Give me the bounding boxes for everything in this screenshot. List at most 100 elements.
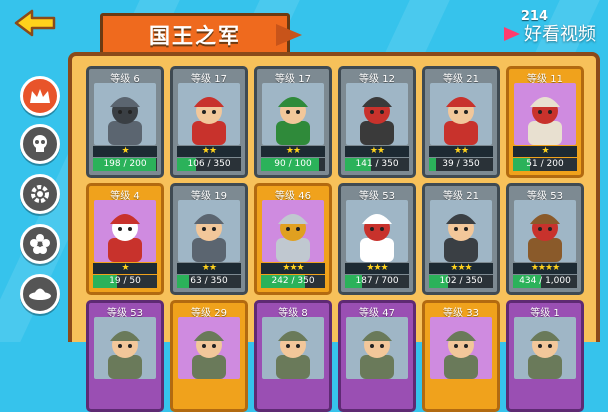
unit-progress-fill xyxy=(429,158,437,171)
unit-progress: 19 / 50 xyxy=(93,275,157,288)
unit-progress-text: 19 / 50 xyxy=(109,276,141,286)
unit-card[interactable]: 等级 53 ★★★★ 434 / 1,000 xyxy=(506,183,584,295)
unit-portrait xyxy=(514,83,576,145)
unit-progress: 242 / 350 xyxy=(261,275,325,288)
unit-portrait xyxy=(178,317,240,379)
unit-portrait xyxy=(514,317,576,379)
unit-avatar-icon xyxy=(276,214,310,262)
unit-stars: ★★★ xyxy=(345,263,409,274)
unit-portrait xyxy=(430,83,492,145)
page-title: 国王之军 xyxy=(149,24,241,48)
unit-card[interactable]: 等级 46 ★★★ 242 / 350 xyxy=(254,183,332,295)
unit-stars: ★★★ xyxy=(429,263,493,274)
side-tab-kingdom[interactable] xyxy=(20,76,60,116)
title-banner: 国王之军 xyxy=(100,13,290,55)
unit-portrait xyxy=(430,317,492,379)
play-logo-icon xyxy=(504,27,520,41)
unit-card[interactable]: 等级 17 ★★ 106 / 350 xyxy=(170,66,248,178)
unit-portrait xyxy=(346,317,408,379)
side-tab-elves[interactable] xyxy=(20,224,60,264)
unit-avatar-icon xyxy=(444,97,478,145)
unit-progress-text: 141 / 350 xyxy=(355,159,399,169)
unit-progress-text: 102 / 350 xyxy=(439,276,483,286)
unit-avatar-icon xyxy=(276,97,310,145)
side-tab-undead[interactable] xyxy=(20,124,60,164)
side-tab-mechanic[interactable] xyxy=(20,174,60,214)
back-arrow-icon[interactable] xyxy=(14,9,56,37)
unit-portrait xyxy=(94,317,156,379)
unit-card[interactable]: 等级 21 ★★ 39 / 350 xyxy=(422,66,500,178)
unit-progress: 90 / 100 xyxy=(261,158,325,171)
unit-progress-text: 39 / 350 xyxy=(442,159,480,169)
skull-icon xyxy=(33,135,47,152)
unit-stars: ★★ xyxy=(429,146,493,157)
unit-avatar-icon xyxy=(108,331,142,379)
unit-progress: 106 / 350 xyxy=(177,158,241,171)
unit-progress-text: 434 / 1,000 xyxy=(519,276,571,286)
unit-card[interactable]: 等级 8 xyxy=(254,300,332,412)
unit-portrait xyxy=(94,200,156,262)
unit-progress-text: 106 / 350 xyxy=(187,159,231,169)
unit-avatar-icon xyxy=(444,331,478,379)
unit-card[interactable]: 等级 17 ★★ 90 / 100 xyxy=(254,66,332,178)
unit-portrait xyxy=(94,83,156,145)
unit-progress-fill xyxy=(177,275,189,288)
unit-progress-text: 90 / 100 xyxy=(274,159,312,169)
unit-progress-text: 51 / 200 xyxy=(526,159,564,169)
unit-avatar-icon xyxy=(108,97,142,145)
unit-portrait xyxy=(514,200,576,262)
unit-card[interactable]: 等级 21 ★★★ 102 / 350 xyxy=(422,183,500,295)
unit-card[interactable]: 等级 6 ★ 198 / 200 xyxy=(86,66,164,178)
unit-progress-text: 187 / 700 xyxy=(355,276,399,286)
unit-avatar-icon xyxy=(360,331,394,379)
unit-stars: ★★★ xyxy=(261,263,325,274)
unit-collection-panel: 等级 6 ★ 198 / 200 等级 17 ★★ 106 / 350 等级 17 ★★ 90 … xyxy=(68,52,600,412)
unit-card[interactable]: 等级 53 xyxy=(86,300,164,412)
unit-stars: ★★★★ xyxy=(513,263,577,274)
unit-card[interactable]: 等级 47 xyxy=(338,300,416,412)
unit-card[interactable]: 等级 11 ★ 51 / 200 xyxy=(506,66,584,178)
unit-progress: 51 / 200 xyxy=(513,158,577,171)
side-tab-aliens[interactable] xyxy=(20,274,60,314)
crown-icon xyxy=(30,89,50,103)
unit-stars: ★★ xyxy=(177,146,241,157)
unit-stars: ★ xyxy=(93,263,157,274)
unit-progress: 63 / 350 xyxy=(177,275,241,288)
unit-portrait xyxy=(262,83,324,145)
unit-card[interactable]: 等级 4 ★ 19 / 50 xyxy=(86,183,164,295)
unit-avatar-icon xyxy=(108,214,142,262)
unit-progress: 198 / 200 xyxy=(93,158,157,171)
watermark: 好看视频 xyxy=(502,20,596,46)
unit-avatar-icon xyxy=(192,97,226,145)
unit-portrait xyxy=(346,83,408,145)
unit-card[interactable]: 等级 1 xyxy=(506,300,584,412)
unit-card[interactable]: 等级 53 ★★★ 187 / 700 xyxy=(338,183,416,295)
unit-card[interactable]: 等级 33 xyxy=(422,300,500,412)
unit-progress: 102 / 350 xyxy=(429,275,493,288)
unit-avatar-icon xyxy=(192,214,226,262)
unit-progress: 187 / 700 xyxy=(345,275,409,288)
unit-stars: ★★ xyxy=(345,146,409,157)
unit-stars: ★ xyxy=(513,146,577,157)
unit-portrait xyxy=(430,200,492,262)
unit-avatar-icon xyxy=(192,331,226,379)
unit-stars: ★★ xyxy=(261,146,325,157)
unit-avatar-icon xyxy=(528,331,562,379)
unit-portrait xyxy=(262,317,324,379)
ufo-icon xyxy=(29,288,51,300)
unit-card[interactable]: 等级 12 ★★ 141 / 350 xyxy=(338,66,416,178)
unit-portrait xyxy=(178,83,240,145)
unit-avatar-icon xyxy=(528,214,562,262)
unit-card[interactable]: 等级 19 ★★ 63 / 350 xyxy=(170,183,248,295)
unit-portrait xyxy=(262,200,324,262)
unit-progress-text: 242 / 350 xyxy=(271,276,315,286)
unit-stars: ★ xyxy=(93,146,157,157)
unit-avatar-icon xyxy=(276,331,310,379)
unit-progress: 39 / 350 xyxy=(429,158,493,171)
unit-card[interactable]: 等级 29 xyxy=(170,300,248,412)
unit-avatar-icon xyxy=(360,214,394,262)
unit-portrait xyxy=(178,200,240,262)
unit-avatar-icon xyxy=(444,214,478,262)
unit-progress-text: 63 / 350 xyxy=(190,276,228,286)
unit-progress: 141 / 350 xyxy=(345,158,409,171)
